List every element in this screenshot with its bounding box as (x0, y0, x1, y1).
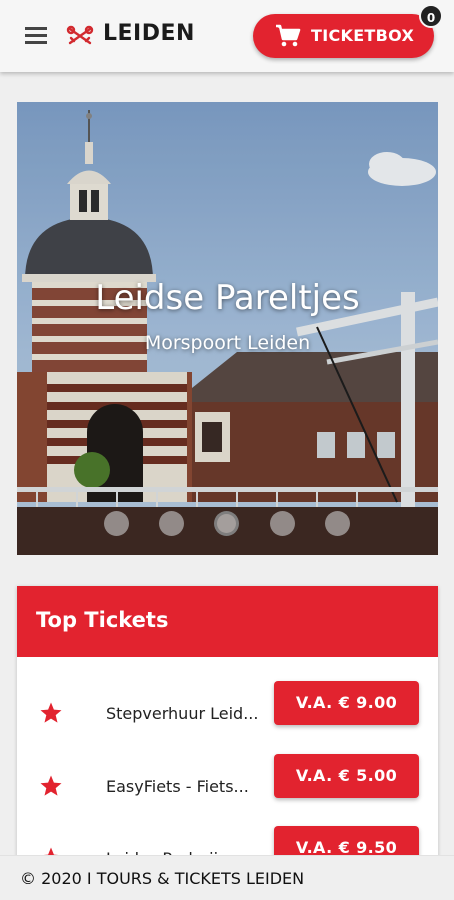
brand-name: LEIDEN (103, 21, 195, 46)
cart-count-badge: 0 (419, 4, 443, 28)
hero-subtitle: Morspoort Leiden (144, 332, 311, 354)
ticket-name: EasyFiets - Fiets... (106, 777, 249, 796)
ticket-price-button[interactable]: V.A. € 5.00 (274, 754, 419, 798)
hero-image (17, 102, 438, 555)
leiden-keys-logo-icon (66, 25, 94, 45)
slider-dot-2[interactable] (159, 511, 184, 536)
top-tickets-heading: Top Tickets (17, 586, 438, 657)
slider-dot-5[interactable] (325, 511, 350, 536)
menu-icon[interactable] (25, 27, 47, 44)
footer-copyright: © 2020 I TOURS & TICKETS LEIDEN (20, 869, 305, 888)
shopping-cart-icon (276, 24, 301, 47)
ticket-row[interactable]: EasyFiets - Fiets... V.A. € 5.00 (17, 754, 438, 826)
footer: © 2020 I TOURS & TICKETS LEIDEN (0, 855, 454, 900)
hero-slider[interactable]: Leidse Pareltjes Morspoort Leiden (17, 102, 438, 555)
app-bar: LEIDEN TICKETBOX 0 (0, 0, 454, 72)
top-tickets-card: Top Tickets Stepverhuur Leid... V.A. € 9… (17, 586, 438, 886)
star-icon (40, 702, 62, 723)
slider-dots (17, 511, 438, 537)
slider-dot-1[interactable] (104, 511, 129, 536)
slider-dot-4[interactable] (270, 511, 295, 536)
ticket-name: Stepverhuur Leid... (106, 704, 259, 723)
slider-dot-3[interactable] (214, 511, 239, 536)
hero-title: Leidse Pareltjes (95, 278, 360, 318)
ticket-price-button[interactable]: V.A. € 9.00 (274, 681, 419, 725)
ticketbox-button[interactable]: TICKETBOX (253, 14, 434, 58)
ticket-row[interactable]: Stepverhuur Leid... V.A. € 9.00 (17, 681, 438, 753)
ticketbox-label: TICKETBOX (311, 26, 415, 45)
star-icon (40, 775, 62, 796)
